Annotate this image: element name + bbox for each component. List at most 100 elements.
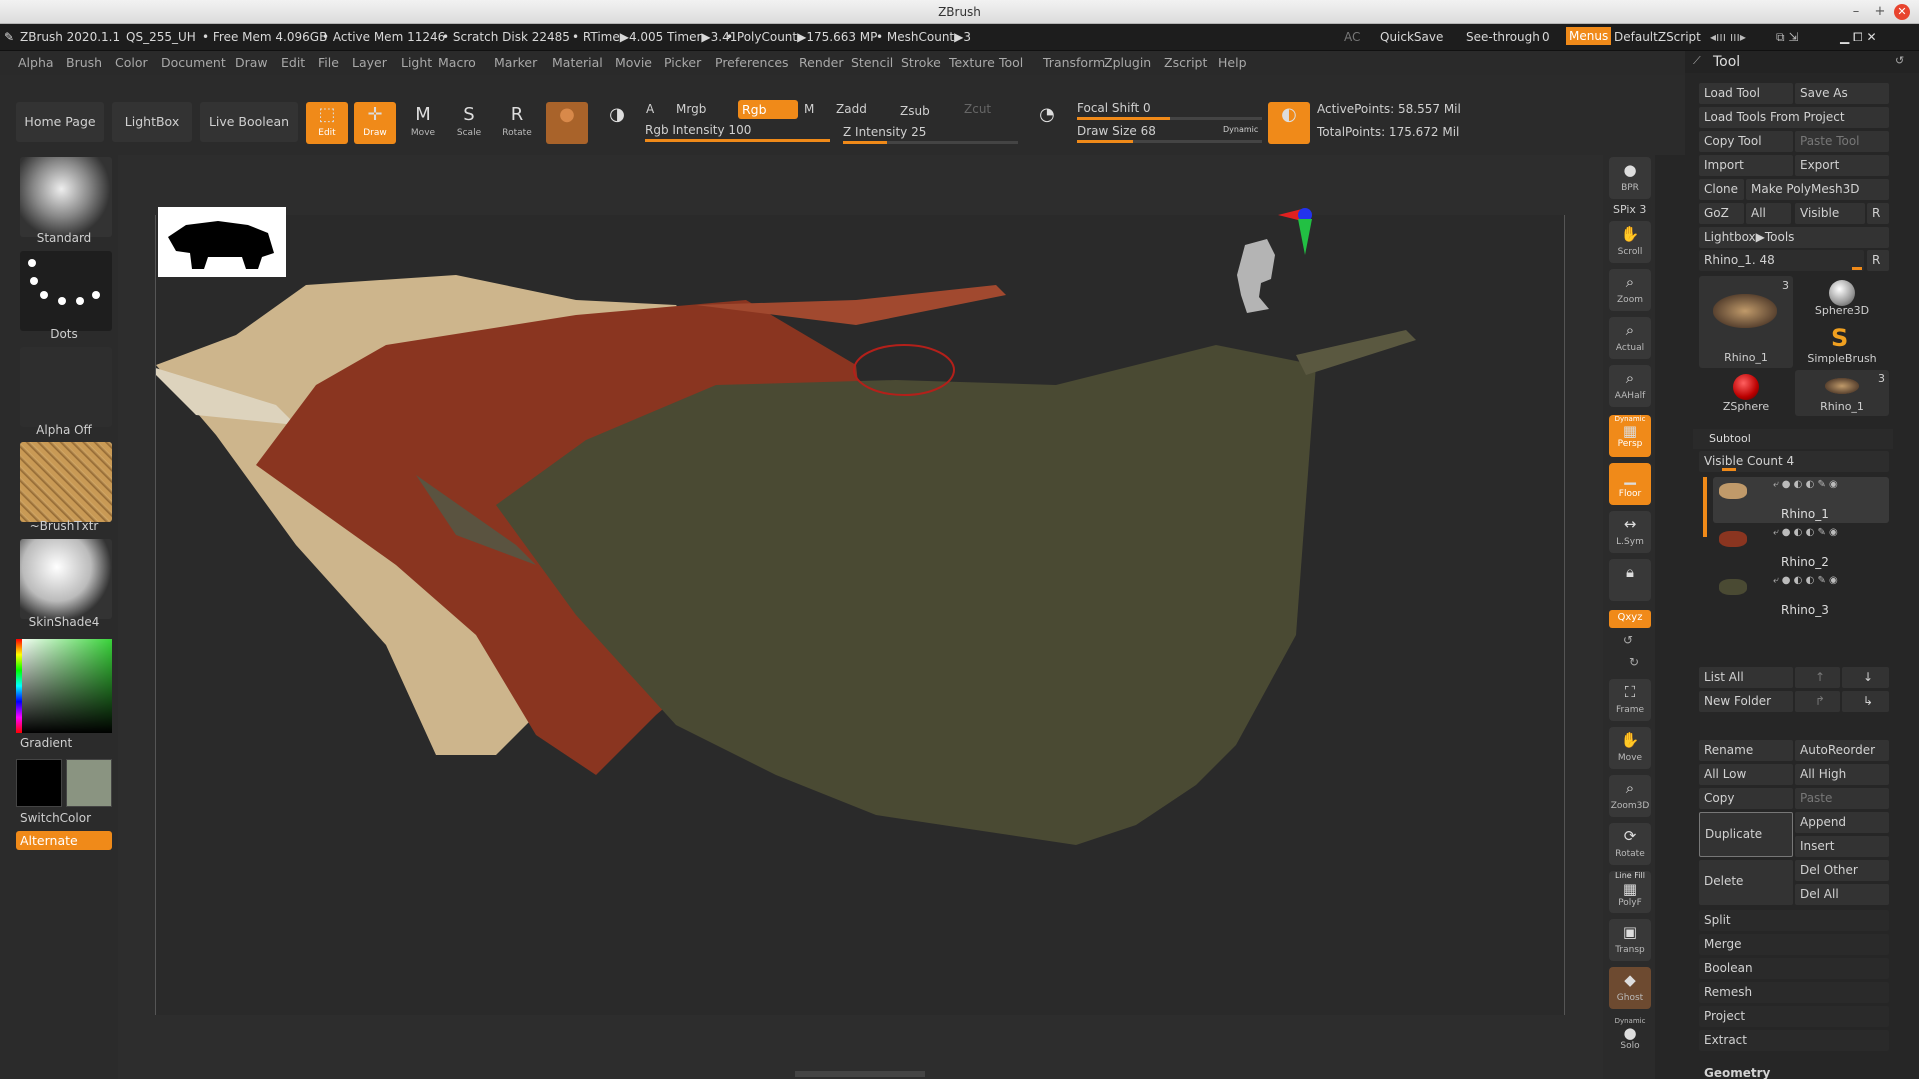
paste-tool-button[interactable]: Paste Tool xyxy=(1795,131,1889,152)
zadd-button[interactable]: Zadd xyxy=(836,102,867,116)
transp-button[interactable]: ▣ Transp xyxy=(1609,919,1651,961)
aahalf-button[interactable]: ⌕ AAHalf xyxy=(1609,365,1651,407)
menu-edit[interactable]: Edit xyxy=(281,55,305,70)
menu-material[interactable]: Material xyxy=(552,55,603,70)
maximize-icon[interactable]: + xyxy=(1872,4,1888,20)
brush-thumbnail[interactable] xyxy=(20,157,112,237)
floor-button[interactable]: ▁ Floor xyxy=(1609,463,1651,505)
del-other-button[interactable]: Del Other xyxy=(1795,860,1889,881)
save-as-button[interactable]: Save As xyxy=(1795,83,1889,104)
bpr-button[interactable]: ● BPR xyxy=(1609,157,1651,199)
menu-light[interactable]: Light xyxy=(401,55,432,70)
draw-button[interactable]: ✛ Draw xyxy=(354,102,396,144)
alpha-thumbnail[interactable] xyxy=(20,347,112,427)
gradient-label[interactable]: Gradient xyxy=(20,736,116,750)
menu-macro[interactable]: Macro xyxy=(438,55,476,70)
layout-arrows-icon[interactable]: ◂ııı ııı▸ xyxy=(1710,30,1746,44)
lock-button[interactable]: 🔒︎ xyxy=(1609,559,1651,601)
autoreorder-button[interactable]: AutoReorder xyxy=(1795,740,1889,761)
z-intensity-slider[interactable]: Z Intensity 25 xyxy=(843,125,926,139)
merge-menu[interactable]: Merge xyxy=(1699,934,1889,955)
draw-size-track[interactable] xyxy=(1077,140,1262,143)
subtool-header[interactable]: Subtool xyxy=(1693,429,1893,449)
menu-help[interactable]: Help xyxy=(1218,55,1247,70)
spix-slider[interactable]: SPix 3 xyxy=(1613,203,1646,216)
subtool-row[interactable]: ⤶ ● ◐ ◐ ✎ ◉ Rhino_1 xyxy=(1713,477,1889,523)
subtool-visibility-icons[interactable]: ⤶ ● ◐ ◐ ✎ ◉ xyxy=(1773,479,1838,490)
edit-button[interactable]: ⬚ Edit xyxy=(306,102,348,144)
menu-color[interactable]: Color xyxy=(115,55,148,70)
menu-zscript[interactable]: Zscript xyxy=(1164,55,1207,70)
panel-controls-icon[interactable]: ▁ ⧠ ✕ xyxy=(1840,30,1877,45)
zoom3d-button[interactable]: ⌕ Zoom3D xyxy=(1609,775,1651,817)
see-through-slider[interactable]: See-through xyxy=(1466,30,1540,44)
menu-layer[interactable]: Layer xyxy=(352,55,387,70)
main-color-swatch[interactable] xyxy=(16,759,62,807)
del-all-button[interactable]: Del All xyxy=(1795,884,1889,905)
paste-subtool-button[interactable]: Paste xyxy=(1795,788,1889,809)
quicksave-button[interactable]: QuickSave xyxy=(1380,30,1443,44)
frame-button[interactable]: ⛶ Frame xyxy=(1609,679,1651,721)
subtool-visibility-icons[interactable]: ⤶ ● ◐ ◐ ✎ ◉ xyxy=(1773,527,1838,538)
texture-thumbnail[interactable] xyxy=(20,442,112,522)
menu-zplugin[interactable]: Zplugin xyxy=(1104,55,1151,70)
axis-gizmo-icon[interactable] xyxy=(1278,205,1318,255)
lightbox-button[interactable]: LightBox xyxy=(112,102,192,142)
actual-button[interactable]: ⌕ Actual xyxy=(1609,317,1651,359)
copy-tool-button[interactable]: Copy Tool xyxy=(1699,131,1793,152)
texture-toggle-button[interactable]: ◑ xyxy=(596,102,638,144)
ac-button[interactable]: AC xyxy=(1344,30,1360,44)
stroke-s-button[interactable]: ◔ xyxy=(1026,102,1068,144)
dynamic-label[interactable]: Dynamic xyxy=(1223,125,1258,134)
navigation-head-icon[interactable] xyxy=(1231,235,1277,315)
import-button[interactable]: Import xyxy=(1699,155,1793,176)
current-tool-r-button[interactable]: R xyxy=(1867,250,1889,271)
material-thumbnail[interactable] xyxy=(20,539,112,619)
move-view-button[interactable]: ✋ Move xyxy=(1609,727,1651,769)
material-swatch-button[interactable]: ● xyxy=(546,102,588,144)
ghost-button[interactable]: ◆ Ghost xyxy=(1609,967,1651,1009)
secondary-color-swatch[interactable] xyxy=(66,759,112,807)
all-low-button[interactable]: All Low xyxy=(1699,764,1793,785)
project-menu[interactable]: Project xyxy=(1699,1006,1889,1027)
window-layout-icons[interactable]: ⧉ ⇲ xyxy=(1776,30,1798,45)
goz-all-button[interactable]: All xyxy=(1746,203,1791,224)
rename-button[interactable]: Rename xyxy=(1699,740,1793,761)
subtool-row[interactable]: ⤶ ● ◐ ◐ ✎ ◉ Rhino_2 xyxy=(1713,525,1889,571)
menu-texture[interactable]: Texture xyxy=(949,55,995,70)
rotate-button[interactable]: R Rotate xyxy=(496,102,538,144)
focal-shift-slider[interactable]: Focal Shift 0 xyxy=(1077,101,1151,115)
delete-button[interactable]: Delete xyxy=(1699,860,1793,905)
current-tool-slider[interactable]: Rhino_1. 48 xyxy=(1699,250,1864,271)
move-button[interactable]: M Move xyxy=(402,102,444,144)
default-zscript-button[interactable]: DefaultZScript xyxy=(1614,30,1701,44)
tool-thumb-sphere3d[interactable]: Sphere3D xyxy=(1795,276,1889,322)
boolean-menu[interactable]: Boolean xyxy=(1699,958,1889,979)
home-page-button[interactable]: Home Page xyxy=(16,102,104,142)
subtool-row[interactable]: ⤶ ● ◐ ◐ ✎ ◉ Rhino_3 xyxy=(1713,573,1889,619)
hue-strip[interactable] xyxy=(16,639,22,733)
menu-picker[interactable]: Picker xyxy=(664,55,701,70)
menu-render[interactable]: Render xyxy=(799,55,844,70)
rgb-intensity-track[interactable] xyxy=(645,139,830,142)
rotate-y-icon[interactable]: ↺ xyxy=(1623,633,1633,647)
make-polymesh-button[interactable]: Make PolyMesh3D xyxy=(1746,179,1889,200)
close-icon[interactable]: ✕ xyxy=(1894,4,1910,20)
lightbox-tools-button[interactable]: Lightbox▶Tools xyxy=(1699,227,1889,248)
subtool-visibility-icons[interactable]: ⤶ ● ◐ ◐ ✎ ◉ xyxy=(1773,575,1838,586)
folder-enter-icon[interactable]: ↳ xyxy=(1842,691,1889,712)
bottom-tray-handle[interactable] xyxy=(795,1071,925,1077)
zcut-button[interactable]: Zcut xyxy=(964,102,991,116)
move-up-icon[interactable]: ↑ xyxy=(1795,667,1840,688)
extract-menu[interactable]: Extract xyxy=(1699,1030,1889,1051)
list-all-button[interactable]: List All xyxy=(1699,667,1793,688)
minimize-icon[interactable]: – xyxy=(1848,4,1864,20)
lsym-button[interactable]: ↔ L.Sym xyxy=(1609,511,1651,553)
viewport-canvas[interactable] xyxy=(155,207,1565,1015)
clone-button[interactable]: Clone xyxy=(1699,179,1744,200)
menu-preferences[interactable]: Preferences xyxy=(715,55,789,70)
menu-marker[interactable]: Marker xyxy=(494,55,537,70)
menu-file[interactable]: File xyxy=(318,55,339,70)
rotate-view-button[interactable]: ⟳ Rotate xyxy=(1609,823,1651,865)
menu-tool[interactable]: Tool xyxy=(999,55,1023,70)
